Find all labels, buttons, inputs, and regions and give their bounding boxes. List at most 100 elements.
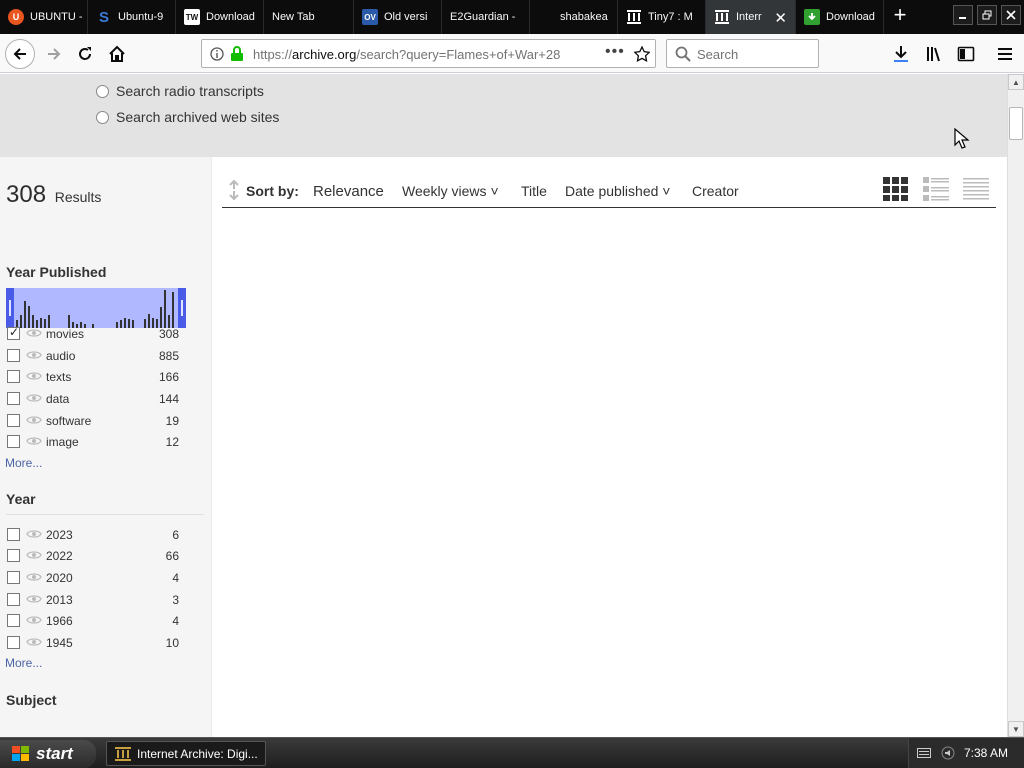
start-button[interactable]: start (0, 740, 96, 768)
sort-weekly-views[interactable]: Weekly views ˅ (402, 183, 499, 199)
search-bar[interactable]: Search (666, 39, 819, 68)
facet-year-2023[interactable]: 2023 6 (7, 527, 179, 543)
forward-button[interactable] (39, 39, 69, 69)
tab-download[interactable]: Download (796, 0, 884, 34)
eye-icon[interactable] (26, 613, 42, 627)
facet-media-software[interactable]: software 19 (7, 413, 179, 429)
downloads-icon[interactable] (892, 45, 910, 63)
facet-checkbox[interactable] (7, 414, 20, 427)
radio-label: Search radio transcripts (116, 83, 264, 99)
tab-e2guardian[interactable]: E2Guardian - (442, 0, 530, 34)
close-tab-icon[interactable]: ✕ (774, 9, 787, 27)
library-icon[interactable] (925, 45, 943, 63)
sort-relevance[interactable]: Relevance (313, 183, 384, 200)
eye-icon[interactable] (26, 391, 42, 405)
tab-shabakea[interactable]: shabakea (530, 0, 618, 34)
tab-ubuntu-9[interactable]: S Ubuntu-9 (88, 0, 176, 34)
chevron-down-icon: ˅ (490, 183, 499, 199)
facet-media-movies[interactable]: movies 308 (7, 325, 179, 342)
info-icon[interactable] (210, 47, 224, 61)
keyboard-icon[interactable] (917, 748, 931, 758)
scroll-thumb[interactable] (1009, 107, 1023, 140)
url-text[interactable]: https://archive.org/search?query=Flames+… (253, 47, 571, 62)
new-tab-button[interactable]: + (888, 4, 912, 28)
reload-button[interactable] (70, 39, 100, 69)
eye-icon[interactable] (26, 326, 42, 340)
histogram-left-handle[interactable] (6, 288, 14, 328)
home-button[interactable] (102, 39, 132, 69)
vertical-scrollbar[interactable]: ▲ ▼ (1007, 74, 1024, 737)
eye-icon[interactable] (26, 592, 42, 606)
compact-list-view-icon[interactable] (963, 177, 989, 201)
facet-count: 6 (172, 528, 179, 542)
facet-checkbox[interactable] (7, 435, 20, 448)
minimize-window-button[interactable] (953, 5, 973, 25)
facet-count: 166 (158, 370, 179, 384)
facet-year-1966[interactable]: 1966 4 (7, 613, 179, 629)
sidebar-toggle-icon[interactable] (957, 45, 975, 63)
facet-media-image[interactable]: image 12 (7, 434, 179, 450)
sort-title[interactable]: Title (521, 183, 547, 199)
facet-year-2013[interactable]: 2013 3 (7, 592, 179, 608)
radio-search-archived-web-sites[interactable]: Search archived web sites (96, 109, 279, 125)
volume-icon[interactable] (941, 746, 955, 760)
close-window-button[interactable] (1001, 5, 1021, 25)
eye-icon[interactable] (26, 570, 42, 584)
bookmark-star-icon[interactable] (634, 46, 650, 62)
facet-year-1945[interactable]: 1945 10 (7, 635, 179, 651)
facet-checkbox[interactable] (7, 614, 20, 627)
year-published-histogram[interactable] (6, 288, 186, 328)
facet-checkbox[interactable] (7, 349, 20, 362)
url-bar[interactable]: https://archive.org/search?query=Flames+… (201, 39, 656, 68)
tab-internet-archive-active[interactable]: Interr ✕ (706, 0, 796, 34)
sort-creator[interactable]: Creator (692, 183, 739, 199)
facet-media-texts[interactable]: texts 166 (7, 369, 179, 385)
tab-ubuntu[interactable]: U UBUNTU - (0, 0, 88, 34)
eye-icon[interactable] (26, 369, 42, 383)
facet-media-audio[interactable]: audio 885 (7, 348, 179, 364)
facet-year-2020[interactable]: 2020 4 (7, 570, 179, 586)
more-years-link[interactable]: More... (5, 656, 42, 670)
back-button[interactable] (5, 39, 35, 69)
tab-download-tw[interactable]: TW Download (176, 0, 264, 34)
radio-button[interactable] (96, 110, 109, 124)
radio-search-radio-transcripts[interactable]: Search radio transcripts (96, 83, 264, 99)
facet-checkbox[interactable] (7, 571, 20, 584)
facet-name: 1966 (46, 614, 73, 628)
eye-icon[interactable] (26, 413, 42, 427)
page-actions-icon[interactable]: ••• (605, 43, 625, 61)
facet-media-data[interactable]: data 144 (7, 391, 179, 407)
facet-count: 4 (172, 614, 179, 628)
eye-icon[interactable] (26, 527, 42, 541)
facet-checkbox[interactable] (7, 593, 20, 606)
facet-checkbox[interactable] (7, 549, 20, 562)
more-media-types-link[interactable]: More... (5, 456, 42, 470)
eye-icon[interactable] (26, 348, 42, 362)
taskbar-firefox-task[interactable]: Internet Archive: Digi... (106, 741, 266, 766)
scroll-down-arrow-icon[interactable]: ▼ (1008, 721, 1024, 737)
sort-direction-icon[interactable] (227, 180, 241, 200)
sort-date-published[interactable]: Date published ˅ (565, 183, 670, 199)
eye-icon[interactable] (26, 434, 42, 448)
restore-window-button[interactable] (977, 5, 997, 25)
tab-old-versions[interactable]: OV Old versi (354, 0, 442, 34)
histogram-right-handle[interactable] (178, 288, 186, 328)
scroll-up-arrow-icon[interactable]: ▲ (1008, 74, 1024, 90)
radio-button[interactable] (96, 84, 109, 98)
hamburger-menu-icon[interactable] (996, 45, 1014, 63)
facet-checkbox[interactable] (7, 392, 20, 405)
tile-view-icon[interactable] (883, 177, 909, 201)
sort-bar: Sort by: Relevance Weekly views ˅ Title … (222, 173, 996, 208)
tab-new-tab[interactable]: New Tab (264, 0, 354, 34)
reload-icon (79, 47, 91, 60)
facet-checkbox[interactable] (7, 370, 20, 383)
facet-checkbox[interactable] (7, 528, 20, 541)
facet-checkbox[interactable] (7, 325, 20, 340)
lock-icon[interactable] (230, 46, 244, 62)
tab-tiny7[interactable]: Tiny7 : M (618, 0, 706, 34)
eye-icon[interactable] (26, 548, 42, 562)
list-detail-view-icon[interactable] (923, 177, 949, 201)
eye-icon[interactable] (26, 635, 42, 649)
facet-year-2022[interactable]: 2022 66 (7, 548, 179, 564)
facet-checkbox[interactable] (7, 636, 20, 649)
